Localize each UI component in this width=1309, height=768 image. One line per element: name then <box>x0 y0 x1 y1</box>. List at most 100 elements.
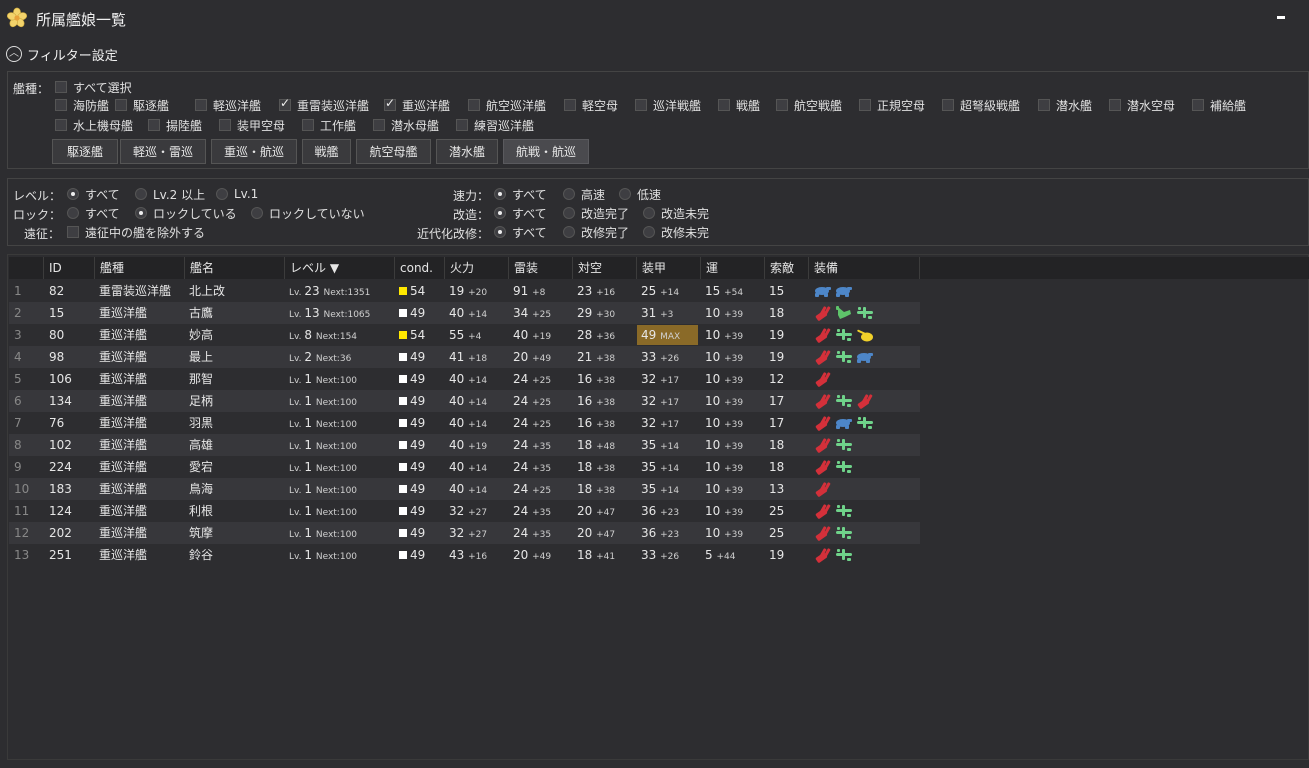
table-row[interactable]: 10 183 重巡洋艦 鳥海 Lv. 1 Next:100 49 40 +14 24 +25 1… <box>9 478 920 500</box>
ship-type-checkbox[interactable]: 戦艦 <box>718 97 760 113</box>
ship-type-checkbox[interactable]: 装甲空母 <box>219 117 285 133</box>
remodel-option-radio[interactable]: 改造完了 <box>563 205 629 221</box>
ship-type-checkbox[interactable]: 軽巡洋艦 <box>195 97 261 113</box>
anti-air-bonus: +38 <box>596 354 616 364</box>
next-exp: Next:100 <box>315 464 358 474</box>
ship-type-checkbox[interactable]: 練習巡洋艦 <box>456 117 534 133</box>
seaplane-icon <box>835 305 853 321</box>
table-row[interactable]: 11 124 重巡洋艦 利根 Lv. 1 Next:100 49 32 +27 24 +35 2… <box>9 500 920 522</box>
ship-type-checkbox[interactable]: 軽空母 <box>564 97 618 113</box>
next-exp: Next:1351 <box>323 288 371 298</box>
ship-type-checkbox[interactable]: 潜水空母 <box>1109 97 1175 113</box>
table-row[interactable]: 6 134 重巡洋艦 足柄 Lv. 1 Next:100 49 40 +14 24 +25 16… <box>9 390 920 412</box>
ship-type-checkbox[interactable]: 海防艦 <box>55 97 109 113</box>
table-row[interactable]: 7 76 重巡洋艦 羽黒 Lv. 1 Next:100 49 40 +14 24 +25 16 … <box>9 412 920 434</box>
column-header[interactable]: 装備 <box>809 257 920 279</box>
torpedo-value: 24 <box>513 372 529 386</box>
ship-name: 古鷹 <box>189 306 214 320</box>
table-row[interactable]: 13 251 重巡洋艦 鈴谷 Lv. 1 Next:100 49 43 +16 20 +49 1… <box>9 544 920 566</box>
column-header[interactable]: 索敵 <box>765 257 809 279</box>
exclude-expedition-checkbox[interactable]: 遠征中の艦を除外する <box>67 224 205 240</box>
preset-button[interactable]: 航空母艦 <box>356 139 431 164</box>
ship-type-checkbox[interactable]: 駆逐艦 <box>115 97 169 113</box>
table-row[interactable]: 2 15 重巡洋艦 古鷹 Lv. 13 Next:1065 49 40 +14 34 +25 2… <box>9 302 920 324</box>
ship-type-checkbox[interactable]: 補給艦 <box>1192 97 1246 113</box>
preset-button[interactable]: 軽巡・雷巡 <box>120 139 206 164</box>
modernize-option-radio[interactable]: 改修完了 <box>563 224 629 240</box>
ship-type-label: 正規空母 <box>877 98 926 113</box>
ship-type-label: 航空戦艦 <box>794 98 843 113</box>
ship-type-checkbox[interactable]: 潜水母艦 <box>373 117 439 133</box>
ship-type-checkbox[interactable]: 巡洋戦艦 <box>635 97 701 113</box>
ship-type-checkbox[interactable]: 重雷装巡洋艦 <box>279 96 369 113</box>
modernize-option-radio[interactable]: すべて <box>494 224 547 240</box>
ship-type-checkbox[interactable]: 正規空母 <box>859 97 925 113</box>
column-header[interactable]: 艦種 <box>95 257 185 279</box>
ship-type-checkbox[interactable]: 潜水艦 <box>1038 97 1092 113</box>
lock-option-radio[interactable]: すべて <box>67 205 120 221</box>
preset-button[interactable]: 戦艦 <box>302 139 351 164</box>
ship-name: 高雄 <box>189 438 214 452</box>
table-row[interactable]: 8 102 重巡洋艦 高雄 Lv. 1 Next:100 49 40 +19 24 +35 18… <box>9 434 920 456</box>
checkbox-box <box>279 96 291 111</box>
preset-button[interactable]: 駆逐艦 <box>52 139 118 164</box>
luck: 10 +39 <box>705 368 743 390</box>
searchlight-icon <box>856 327 874 343</box>
ship-type-checkbox[interactable]: 工作艦 <box>302 117 356 133</box>
column-header[interactable]: レベル ▼ <box>285 257 395 279</box>
modernize-option-radio[interactable]: 改修未完 <box>643 224 709 240</box>
preset-button[interactable]: 重巡・航巡 <box>211 139 297 164</box>
checkbox-box <box>942 99 954 111</box>
next-exp: Next:100 <box>315 508 358 518</box>
ship-type-checkbox[interactable]: 超弩級戦艦 <box>942 97 1020 113</box>
table-row[interactable]: 3 80 重巡洋艦 妙高 Lv. 8 Next:154 54 55 +4 40 +19 28 +… <box>9 324 920 346</box>
ship-type-checkbox[interactable]: 水上機母艦 <box>55 117 133 133</box>
torpedo: 24 +35 <box>513 434 551 456</box>
level-option-radio[interactable]: Lv.2 以上 <box>135 186 205 202</box>
filter-toggle[interactable]: ︿ フィルター設定 <box>6 44 118 64</box>
ship-type-checkbox[interactable]: 揚陸艦 <box>148 117 202 133</box>
column-header[interactable]: 雷装 <box>509 257 573 279</box>
preset-button[interactable]: 潜水艦 <box>436 139 498 164</box>
level-option-radio[interactable]: Lv.1 <box>216 186 258 202</box>
column-header[interactable]: 火力 <box>445 257 509 279</box>
column-header[interactable]: 対空 <box>573 257 637 279</box>
table-row[interactable]: 4 98 重巡洋艦 最上 Lv. 2 Next:36 49 41 +18 20 +49 21 +… <box>9 346 920 368</box>
remodel-option-radio[interactable]: すべて <box>494 205 547 221</box>
select-all-checkbox[interactable]: すべて選択 <box>55 79 132 95</box>
level-option-radio[interactable]: すべて <box>67 186 120 202</box>
level-label: レベル： <box>13 189 62 203</box>
level-value: 1 <box>304 482 313 496</box>
preset-button[interactable]: 航戦・航巡 <box>503 139 589 164</box>
column-header[interactable]: cond. <box>395 257 445 279</box>
column-header[interactable]: 艦名 <box>185 257 285 279</box>
table-row[interactable]: 9 224 重巡洋艦 愛宕 Lv. 1 Next:100 49 40 +14 24 +35 18… <box>9 456 920 478</box>
firepower-value: 32 <box>449 504 465 518</box>
column-header[interactable]: 運 <box>701 257 765 279</box>
column-header[interactable]: 装甲 <box>637 257 701 279</box>
luck-value: 10 <box>705 350 721 364</box>
armor-bonus: +26 <box>660 552 680 562</box>
cond-value: 49 <box>410 460 426 474</box>
ship-id: 106 <box>49 372 72 386</box>
table-row[interactable]: 5 106 重巡洋艦 那智 Lv. 1 Next:100 49 40 +14 24 +25 16… <box>9 368 920 390</box>
lock-option-radio[interactable]: ロックしている <box>135 205 237 221</box>
speed-label: 速力： <box>453 189 490 203</box>
ship-type-checkbox[interactable]: 航空巡洋艦 <box>468 97 546 113</box>
speed-option-radio[interactable]: 低速 <box>619 186 661 202</box>
speed-option-radio[interactable]: 高速 <box>563 186 605 202</box>
main-gun-icon <box>814 327 832 343</box>
luck-value: 10 <box>705 416 721 430</box>
remodel-option-radio[interactable]: 改造未完 <box>643 205 709 221</box>
minimize-button[interactable] <box>1274 10 1288 24</box>
lock-option-radio[interactable]: ロックしていない <box>251 205 365 221</box>
speed-option-radio[interactable]: すべて <box>494 186 547 202</box>
table-row[interactable]: 1 82 重雷装巡洋艦 北上改 Lv. 23 Next:1351 54 19 +20 91 +… <box>9 280 920 302</box>
ship-type-checkbox[interactable]: 航空戦艦 <box>776 97 842 113</box>
table-row[interactable]: 12 202 重巡洋艦 筑摩 Lv. 1 Next:100 49 32 +27 24 +35 2… <box>9 522 920 544</box>
firepower-value: 55 <box>449 328 465 342</box>
ship-type-checkbox[interactable]: 重巡洋艦 <box>384 96 450 113</box>
level-prefix: Lv. <box>289 530 305 540</box>
column-header[interactable]: ID <box>44 257 95 279</box>
row-number: 7 <box>14 416 22 430</box>
